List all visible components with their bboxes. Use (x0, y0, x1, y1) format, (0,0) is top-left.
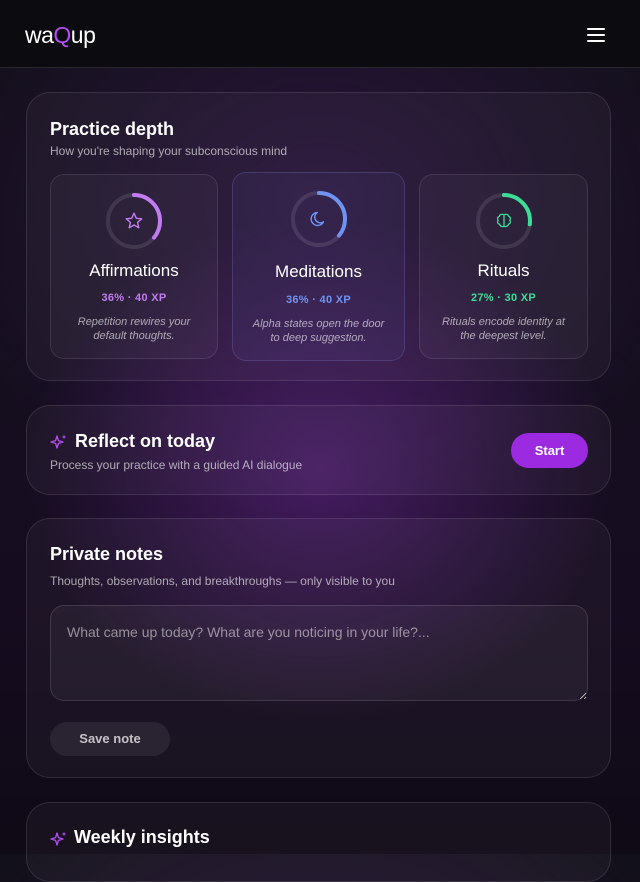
tile-description: Rituals encode identity at the deepest l… (442, 316, 565, 342)
weekly-insights-title: Weekly insights (74, 827, 210, 847)
logo-suffix: up (70, 22, 96, 48)
reflect-card: Reflect on today Process your practice w… (26, 405, 611, 495)
hamburger-menu-icon[interactable] (585, 26, 607, 44)
star-icon (125, 212, 143, 229)
moon-icon (309, 211, 324, 227)
progress-ring (104, 191, 164, 251)
tile-name: Affirmations (89, 261, 179, 280)
logo-prefix: wa (25, 22, 54, 48)
private-notes-subtitle: Thoughts, observations, and breakthrough… (50, 574, 395, 588)
tile-stats: 27% · 30 XP (470, 292, 537, 304)
practice-tile-meditations[interactable]: Meditations 36% · 40 XP Alpha states ope… (232, 172, 405, 361)
tile-name: Rituals (477, 261, 530, 280)
reflect-subtitle: Process your practice with a guided AI d… (50, 458, 303, 472)
tile-description: Repetition rewires your default thoughts… (77, 316, 191, 342)
private-notes-title: Private notes (50, 544, 164, 564)
practice-depth-title: Practice depth (50, 119, 175, 139)
tile-description: Alpha states open the door to deep sugge… (252, 318, 385, 344)
tile-name: Meditations (275, 262, 362, 281)
progress-ring (289, 189, 349, 249)
sparkles-icon (50, 434, 67, 449)
logo-accent: Q (53, 22, 71, 48)
private-notes-card: Private notes Thoughts, observations, an… (26, 518, 611, 778)
weekly-insights-card: Weekly insights (26, 802, 611, 882)
save-note-button[interactable]: Save note (50, 722, 170, 756)
reflect-title: Reflect on today (75, 431, 216, 451)
tile-stats: 36% · 40 XP (101, 292, 167, 304)
practice-tile-rituals[interactable]: Rituals 27% · 30 XP Rituals encode ident… (419, 174, 588, 359)
practice-depth-subtitle: How you're shaping your subconscious min… (50, 144, 288, 158)
brain-icon (496, 213, 511, 228)
tile-stats: 36% · 40 XP (285, 294, 352, 306)
notes-input[interactable] (50, 605, 588, 701)
progress-ring (474, 191, 534, 251)
sparkles-icon (50, 831, 67, 846)
start-button[interactable]: Start (511, 433, 588, 468)
practice-depth-card: Practice depth How you're shaping your s… (26, 92, 611, 381)
top-bar: waQup (0, 0, 640, 68)
logo[interactable]: waQup (25, 22, 96, 49)
practice-tile-affirmations[interactable]: Affirmations 36% · 40 XP Repetition rewi… (50, 174, 218, 359)
